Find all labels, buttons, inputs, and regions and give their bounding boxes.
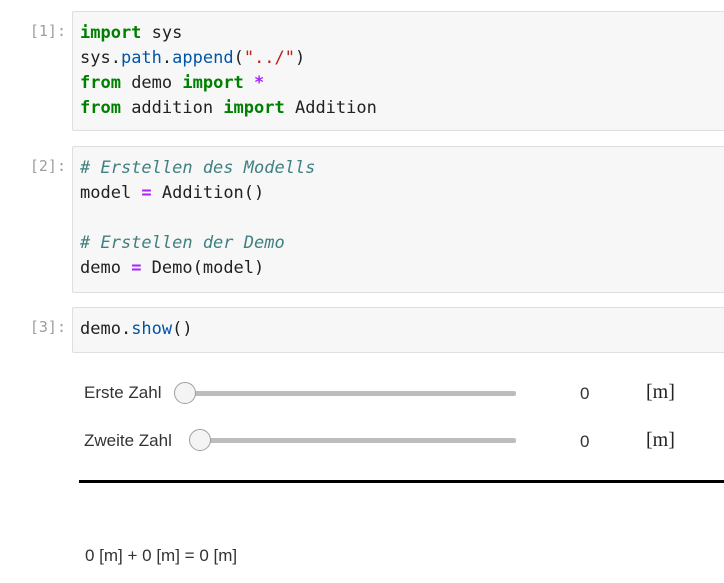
code-token: import <box>182 73 244 93</box>
slider-track-zweite-zahl[interactable] <box>200 438 516 443</box>
code-line: model = Addition() <box>80 181 724 206</box>
code-token: () <box>172 319 193 339</box>
code-cell-1[interactable]: import sys sys.path.append("../") from dem… <box>72 11 724 131</box>
code-token: addition <box>120 98 224 118</box>
code-token: append <box>172 48 234 68</box>
code-cell-2[interactable]: # Erstellen des Modells model = Addition(… <box>72 146 724 293</box>
code-token: Addition() <box>151 183 265 203</box>
code-token: sys <box>141 23 183 43</box>
code-line: demo.show() <box>80 317 724 342</box>
code-token: ( <box>233 48 244 68</box>
code-cell-3[interactable]: demo.show() <box>72 307 724 353</box>
code-token: import <box>223 98 285 118</box>
cell-prompt-1: [1]: <box>29 22 66 40</box>
result-text: 0 [m] + 0 [m] = 0 [m] <box>85 546 238 565</box>
code-line: from demo import * <box>80 71 724 96</box>
code-token: # Erstellen der Demo <box>80 233 285 253</box>
code-token: from <box>80 73 121 93</box>
slider-label-erste-zahl: Erste Zahl <box>84 383 162 402</box>
output-divider <box>79 480 724 483</box>
slider-thumb-erste-zahl[interactable] <box>174 382 196 404</box>
slider-unit-erste-zahl: [m] <box>646 381 675 403</box>
code-token: demo. <box>80 319 132 339</box>
code-line: from addition import Addition <box>80 96 724 121</box>
code-token: # Erstellen des Modells <box>80 158 316 178</box>
code-token: show <box>131 319 173 339</box>
slider-thumb-zweite-zahl[interactable] <box>189 429 211 451</box>
cell-prompt-3: [3]: <box>29 318 66 336</box>
code-line: # Erstellen der Demo <box>80 231 724 256</box>
code-token: model <box>80 183 142 203</box>
code-token: = <box>141 183 152 203</box>
code-token: from <box>80 98 121 118</box>
slider-value-erste-zahl: 0 <box>580 384 590 403</box>
code-token: ) <box>295 48 306 68</box>
code-token: sys. <box>80 48 121 68</box>
code-token: demo <box>120 73 183 93</box>
code-token: "../" <box>243 48 296 68</box>
code-line: sys.path.append("../") <box>80 46 724 71</box>
code-line: demo = Demo(model) <box>80 256 724 281</box>
slider-label-zweite-zahl: Zweite Zahl <box>84 431 172 450</box>
code-token: path <box>120 48 162 68</box>
code-token: * <box>254 73 265 93</box>
code-token: . <box>161 48 173 68</box>
slider-track-erste-zahl[interactable] <box>185 391 516 396</box>
code-line: import sys <box>80 21 724 46</box>
code-line: # Erstellen des Modells <box>80 156 724 181</box>
code-token: import <box>80 23 142 43</box>
code-token: Addition <box>284 98 377 118</box>
code-token: demo <box>80 258 132 278</box>
slider-unit-zweite-zahl: [m] <box>646 429 675 451</box>
code-token: = <box>131 258 142 278</box>
code-token: Demo(model) <box>141 258 265 278</box>
slider-value-zweite-zahl: 0 <box>580 432 590 451</box>
cell-prompt-2: [2]: <box>29 157 66 175</box>
